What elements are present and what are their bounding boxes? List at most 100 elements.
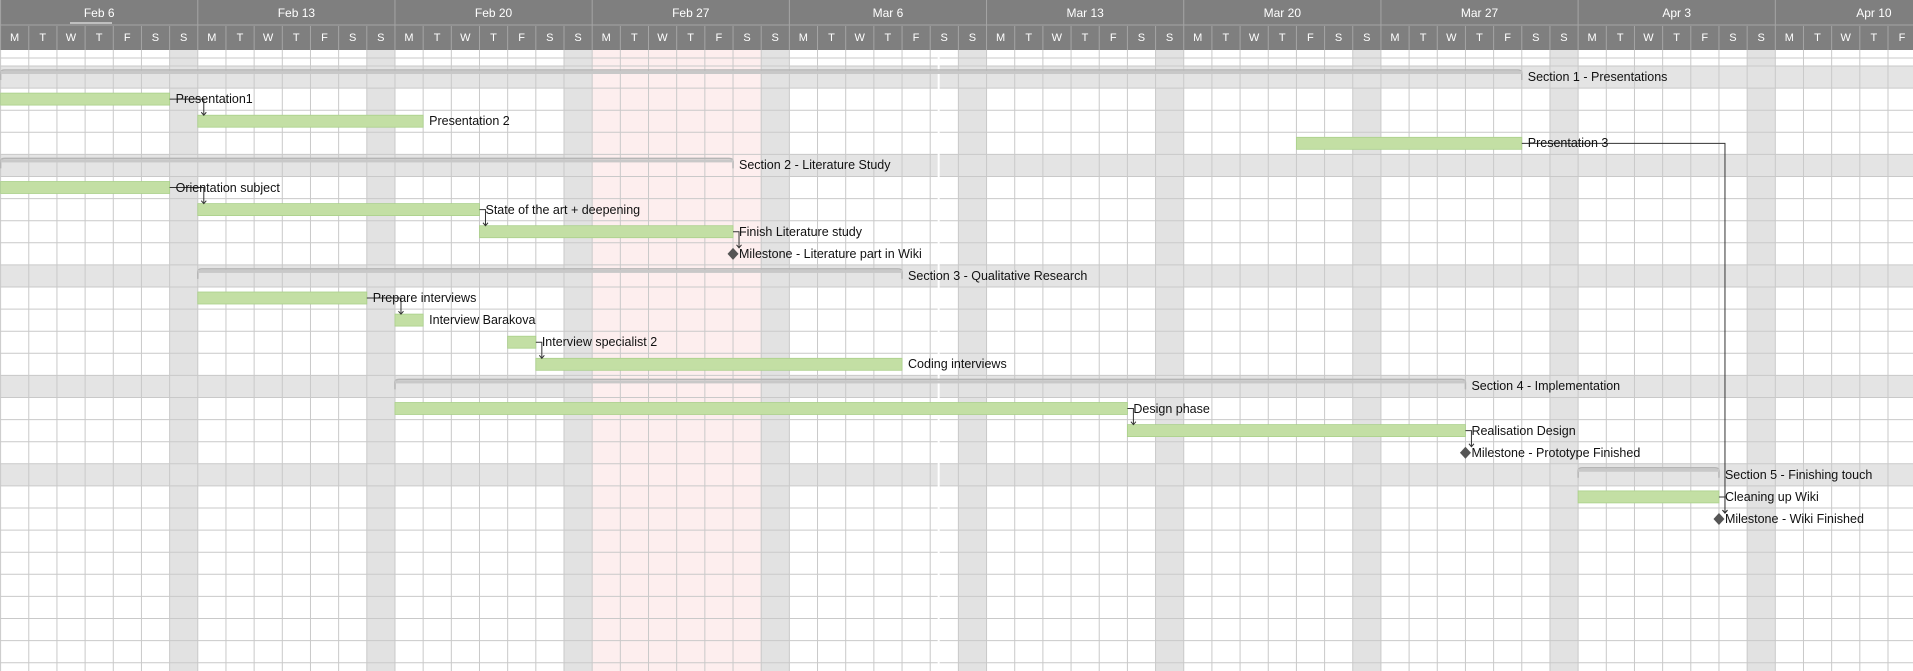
milestone-label: Milestone - Prototype Finished <box>1471 445 1641 460</box>
day-letter: M <box>10 32 20 44</box>
day-letter: S <box>377 32 385 44</box>
task-label: Realisation Design <box>1471 423 1576 438</box>
day-letter: W <box>854 32 865 44</box>
day-letter: S <box>1334 32 1343 44</box>
section-label: Section 2 - Literature Study <box>739 158 891 173</box>
day-letter: S <box>1363 32 1371 44</box>
task-label: Finish Literature study <box>739 224 862 239</box>
day-letter: T <box>1814 32 1821 44</box>
day-letter: F <box>1307 32 1314 44</box>
chart-background <box>0 0 1913 671</box>
week-label: Apr 3 <box>1662 6 1692 20</box>
day-letter: S <box>771 32 779 44</box>
section-label: Section 4 - Implementation <box>1471 379 1621 394</box>
day-letter: S <box>968 32 977 44</box>
milestone-label: Milestone - Literature part in Wiki <box>739 246 922 261</box>
task-label: Design phase <box>1133 401 1210 416</box>
task-bar <box>197 114 424 128</box>
day-letter: W <box>65 32 77 44</box>
day-letter: T <box>1222 32 1230 44</box>
gantt-grid <box>0 0 1913 671</box>
task-label: Presentation 3 <box>1527 136 1609 151</box>
day-letter: W <box>1840 32 1851 44</box>
day-letter: W <box>657 32 668 44</box>
task-bar <box>507 335 537 349</box>
week-label: Apr 10 <box>1856 6 1892 20</box>
day-letter: T <box>433 32 441 44</box>
day-letter: T <box>884 32 892 44</box>
day-letter: T <box>1616 32 1624 44</box>
day-letter: S <box>348 32 357 44</box>
day-letter: S <box>179 32 188 44</box>
day-letter: M <box>1784 32 1794 44</box>
weekend-column <box>169 50 198 671</box>
day-letter: S <box>1165 32 1174 44</box>
gantt-chart: Feb 6 Feb 13 Feb 20 Feb 27 Mar 6 Mar 13 Mar 20… <box>0 0 1913 671</box>
week-label: Mar 6 <box>872 6 904 20</box>
task-bar <box>0 181 171 194</box>
day-letter: W <box>1446 32 1457 44</box>
task-label: Cleaning up Wiki <box>1724 489 1819 504</box>
week-label: Mar 13 <box>1066 6 1104 20</box>
day-letter: M <box>1587 32 1597 44</box>
week-label: Feb 13 <box>277 6 316 20</box>
day-letter: W <box>1248 32 1260 44</box>
task-bar <box>479 225 734 239</box>
milestone-label: Milestone - Wiki Finished <box>1724 512 1864 527</box>
day-letter: F <box>321 32 328 44</box>
day-letter: T <box>1870 32 1878 44</box>
section-label: Section 1 - Presentations <box>1527 70 1668 85</box>
day-letter: S <box>1729 32 1737 44</box>
day-letter: W <box>460 32 471 44</box>
day-letter: W <box>262 32 274 44</box>
task-bar <box>394 402 1128 415</box>
day-letter: T <box>1025 32 1033 44</box>
weekend-column <box>366 50 395 671</box>
task-bar <box>1577 490 1720 504</box>
day-letter: T <box>1081 32 1089 44</box>
day-letter: F <box>1109 32 1117 44</box>
day-letter: S <box>1532 32 1540 44</box>
day-letter: F <box>1898 32 1906 44</box>
day-letter: M <box>798 32 808 44</box>
day-letter: M <box>1390 32 1400 44</box>
day-letter: T <box>95 32 103 44</box>
task-label: Coding interviews <box>908 357 1007 372</box>
day-letter: T <box>1476 32 1483 44</box>
day-letter: F <box>518 32 526 44</box>
day-letter: T <box>630 32 638 44</box>
day-letter: T <box>1673 32 1680 44</box>
day-letter: T <box>236 32 244 44</box>
day-letter: T <box>828 32 835 44</box>
day-letter: S <box>574 32 582 44</box>
day-letter: S <box>1757 32 1765 44</box>
task-label: Interview specialist 2 <box>541 335 658 350</box>
task-bar <box>535 357 903 371</box>
day-letter: F <box>912 32 920 44</box>
day-letter: S <box>940 32 948 44</box>
day-letter: M <box>404 32 414 44</box>
task-label: Interview Barakova <box>429 313 536 328</box>
day-letter: F <box>715 32 723 44</box>
day-letter: W <box>1051 32 1063 44</box>
task-bar <box>394 313 424 327</box>
task-bar <box>0 92 171 106</box>
day-letter: T <box>687 32 695 44</box>
week-label: Mar 20 <box>1263 6 1301 20</box>
day-letter: S <box>1137 32 1146 44</box>
week-label: Feb 20 <box>474 6 513 20</box>
day-letter: M <box>207 32 217 44</box>
task-bar <box>1296 136 1523 150</box>
task-label: Prepare interviews <box>372 291 477 306</box>
week-label: Feb 6 <box>83 6 115 20</box>
task-bar <box>197 203 480 217</box>
day-letter: S <box>1560 32 1568 44</box>
section-label: Section 5 - Finishing touch <box>1724 467 1873 482</box>
weekend-column <box>1155 50 1184 671</box>
task-label: State of the art + deepening <box>485 202 641 217</box>
day-letter: W <box>1643 32 1654 44</box>
section-summary-bar <box>1578 468 1719 472</box>
task-bar <box>1127 424 1466 438</box>
task-label: Presentation1 <box>175 92 253 107</box>
weekend-column <box>1747 50 1776 671</box>
